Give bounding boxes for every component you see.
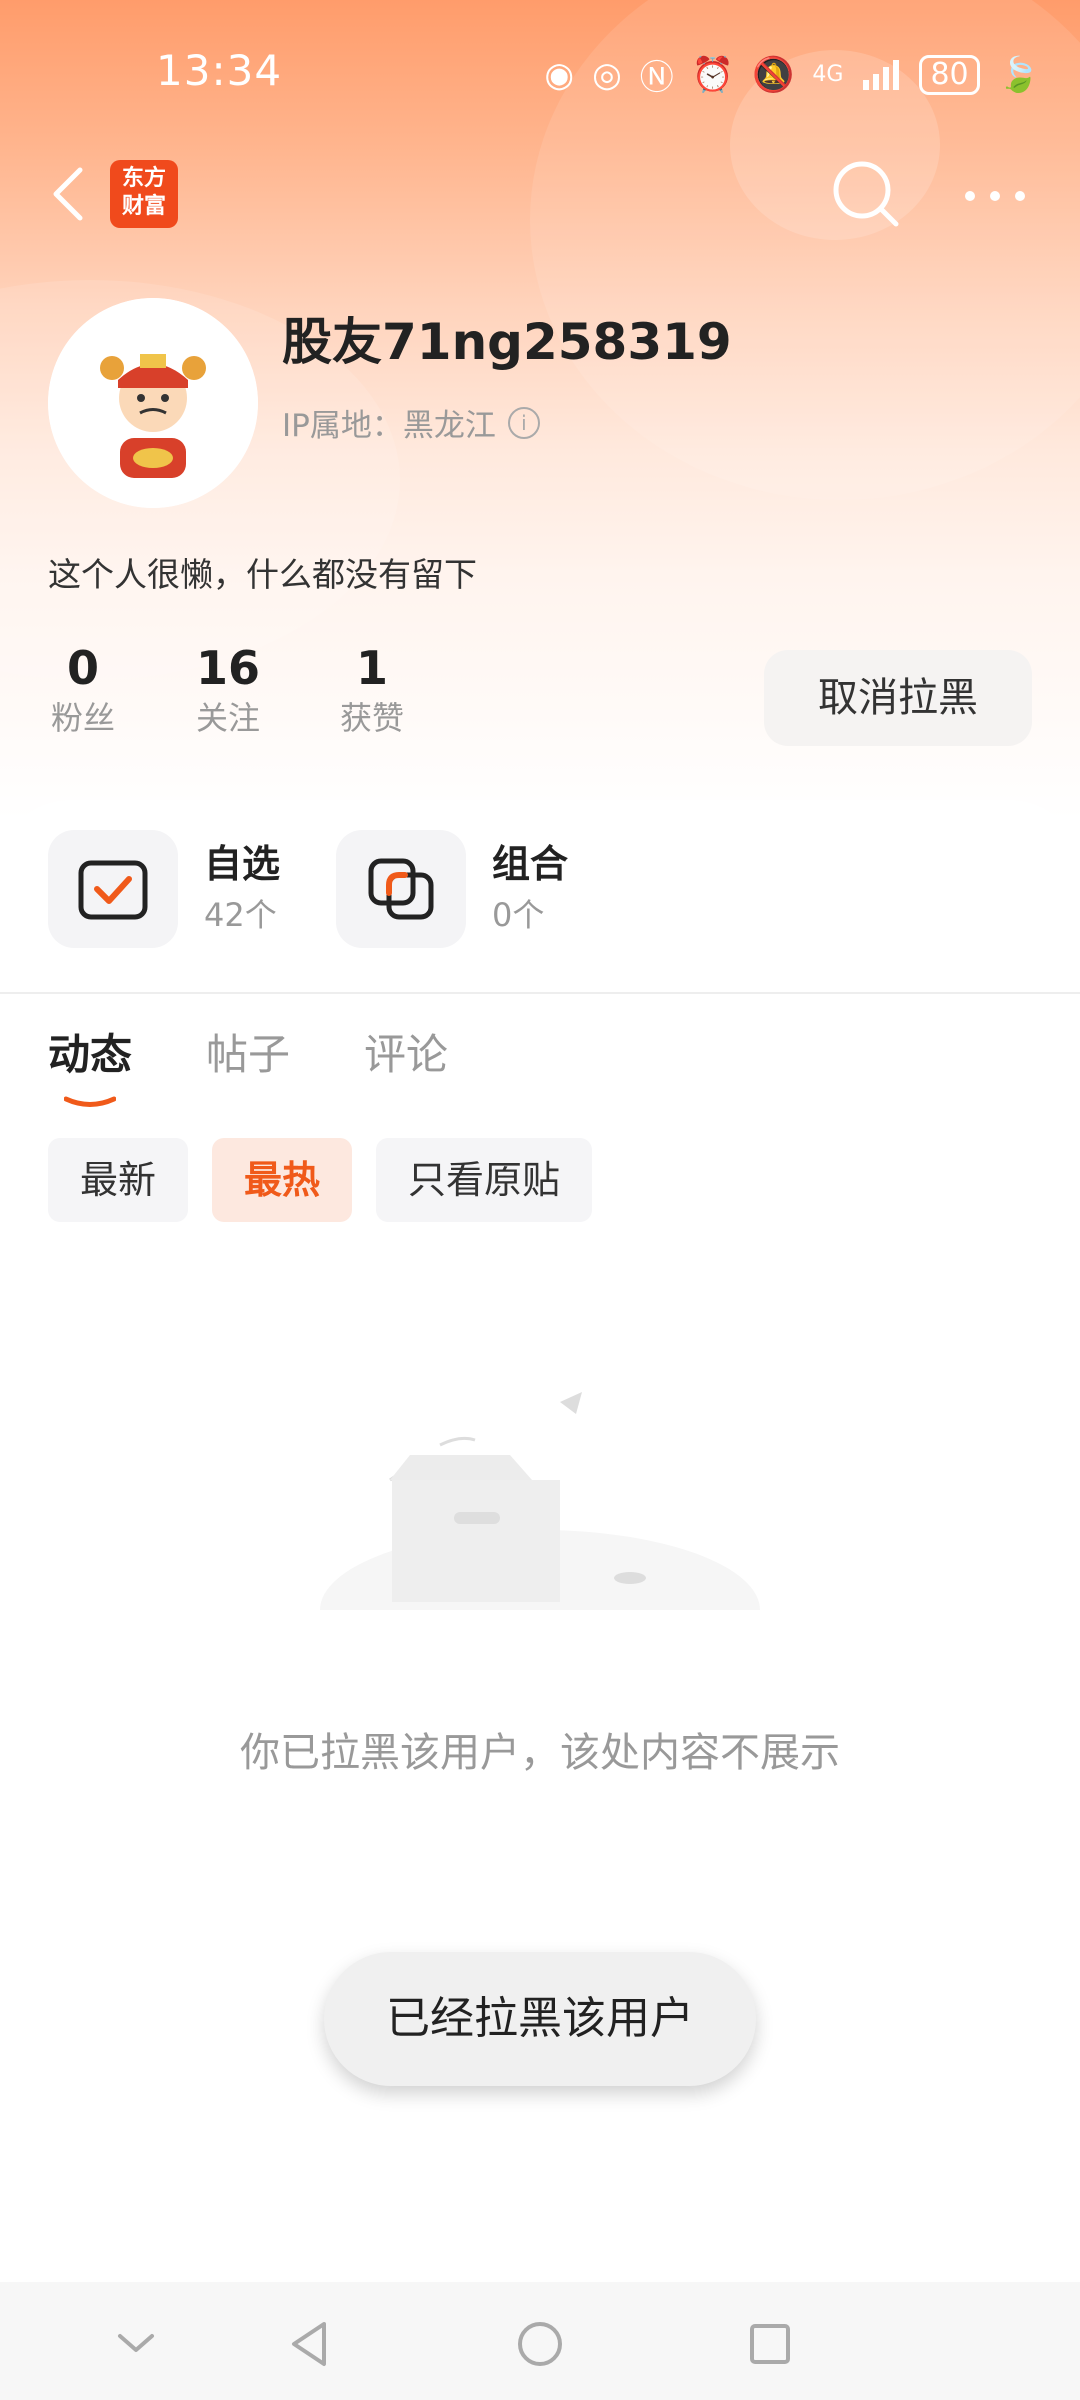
ip-location-label: IP属地：黑龙江: [282, 408, 496, 444]
unblock-button[interactable]: 取消拉黑: [764, 650, 1032, 746]
stat-following-label: 关注: [195, 699, 260, 737]
network-label: 4G: [812, 62, 844, 87]
quick-item-watchlist-count: 42个: [204, 896, 277, 934]
filter-hottest[interactable]: 最热: [212, 1138, 353, 1222]
search-icon[interactable]: [826, 154, 906, 234]
nav-home-icon[interactable]: [512, 2316, 568, 2372]
chevron-down-icon[interactable]: [108, 2316, 164, 2372]
quick-item-watchlist-title: 自选: [204, 842, 281, 886]
tab-activity[interactable]: 动态: [48, 1020, 132, 1090]
ip-location: IP属地：黑龙江 i: [282, 400, 540, 445]
leaf-icon: 🍃: [997, 54, 1040, 95]
more-icon[interactable]: [960, 176, 1030, 216]
quick-item-portfolio-count: 0个: [492, 896, 545, 934]
alarm-icon: ⏰: [691, 54, 735, 95]
quick-item-watchlist[interactable]: 自选 42个: [48, 830, 280, 948]
hd-icon: ◉: [544, 54, 575, 95]
system-nav-bar: [0, 2282, 1080, 2400]
battery-icon: 80: [919, 54, 980, 95]
tab-posts[interactable]: 帖子: [206, 1020, 290, 1090]
avatar-image: [48, 298, 258, 508]
status-bar: 13:34 ◉ ◎ Ⓝ ⏰ 🔕 4G 80 🍃: [0, 0, 1080, 140]
status-time: 13:34: [156, 46, 283, 95]
empty-box-illustration: [310, 1392, 770, 1640]
stat-likes-value: 1: [355, 641, 388, 695]
content-card: 自选 42个 组合 0个 动态 帖子 评论 最新 最热 只看原贴 你已拉黑该用户…: [0, 800, 1080, 2400]
active-tab-indicator: [64, 1096, 116, 1107]
filter-original-only[interactable]: 只看原贴: [376, 1138, 593, 1222]
top-bar: 东方 财富: [0, 150, 1080, 240]
stat-following[interactable]: 16 关注: [188, 640, 268, 740]
stat-likes-label: 获赞: [339, 699, 404, 737]
username: 股友71ng258319: [282, 313, 732, 371]
quick-item-portfolio-title: 组合: [492, 842, 569, 886]
divider: [0, 992, 1080, 994]
tab-comments[interactable]: 评论: [364, 1020, 448, 1090]
nav-recents-icon[interactable]: [742, 2316, 798, 2372]
signal-icon: [863, 59, 900, 90]
toast-message: 已经拉黑该用户: [324, 1952, 756, 2086]
content-tabs: 动态 帖子 评论: [48, 1020, 448, 1090]
nfc-icon: Ⓝ: [639, 58, 674, 98]
watchlist-icon: [48, 830, 178, 948]
avatar[interactable]: [48, 298, 258, 508]
back-icon[interactable]: [44, 164, 94, 224]
empty-message: 你已拉黑该用户，该处内容不展示: [240, 1730, 840, 1776]
filter-latest[interactable]: 最新: [48, 1138, 189, 1222]
stat-likes[interactable]: 1 获赞: [334, 640, 410, 740]
stat-following-value: 16: [195, 641, 260, 695]
filter-chips: 最新 最热 只看原贴: [48, 1138, 593, 1222]
eye-icon: ◎: [592, 54, 622, 95]
bio: 这个人很懒，什么都没有留下: [48, 555, 477, 594]
stat-fans-label: 粉丝: [50, 699, 115, 737]
stat-fans[interactable]: 0 粉丝: [46, 640, 120, 740]
stat-fans-value: 0: [66, 641, 99, 695]
portfolio-icon: [336, 830, 466, 948]
mute-icon: 🔕: [752, 54, 795, 95]
info-icon[interactable]: i: [507, 406, 540, 439]
nav-back-icon[interactable]: [282, 2316, 338, 2372]
app-logo: 东方 财富: [110, 160, 178, 228]
quick-item-portfolio[interactable]: 组合 0个: [336, 830, 568, 948]
